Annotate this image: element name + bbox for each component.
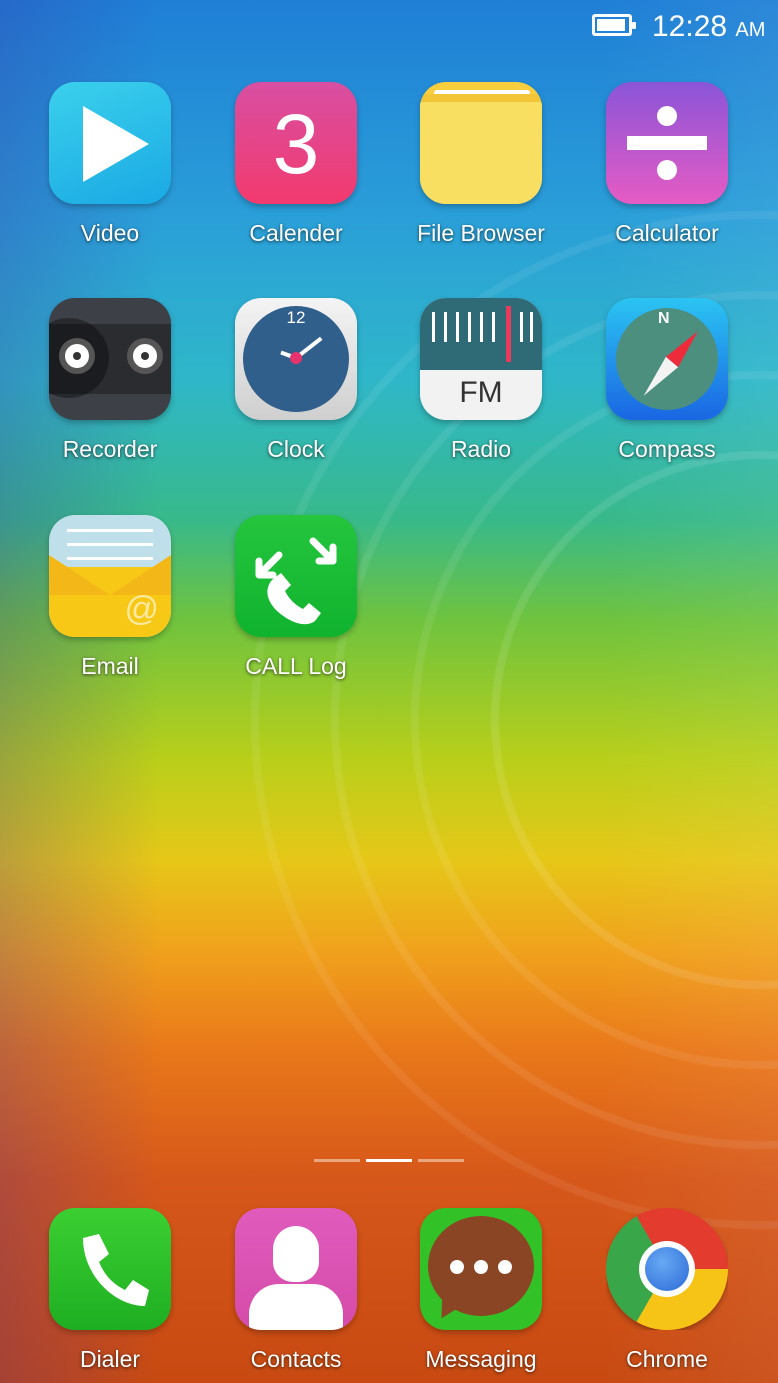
chrome-icon xyxy=(606,1208,728,1330)
app-clock[interactable]: 12 Clock xyxy=(216,298,376,463)
app-email[interactable]: @ Email xyxy=(30,515,190,680)
app-label: Compass xyxy=(618,436,716,462)
page-indicator xyxy=(314,1159,464,1163)
app-label: Calculator xyxy=(615,220,719,246)
radio-icon: FM xyxy=(420,298,542,420)
app-radio[interactable]: FM Radio xyxy=(401,298,561,463)
messaging-icon xyxy=(420,1208,542,1330)
app-calender[interactable]: 3 Calender xyxy=(216,82,376,247)
app-label: Messaging xyxy=(425,1346,537,1372)
app-recorder[interactable]: Recorder xyxy=(30,298,190,463)
battery-icon xyxy=(592,14,636,36)
phone-icon xyxy=(49,1208,171,1330)
app-label: Chrome xyxy=(626,1346,708,1372)
clock-icon: 12 xyxy=(235,298,357,420)
page-dot-active xyxy=(366,1159,412,1162)
app-calculator[interactable]: Calculator xyxy=(587,82,747,247)
call-log-icon xyxy=(235,515,357,637)
app-label: Video xyxy=(80,220,140,246)
email-icon: @ xyxy=(49,515,171,637)
app-label: Contacts xyxy=(250,1346,342,1372)
app-label: Radio xyxy=(450,436,512,462)
recorder-icon xyxy=(49,298,171,420)
app-label: CALL Log xyxy=(245,653,347,679)
page-dot xyxy=(314,1159,360,1162)
app-label: Email xyxy=(81,653,139,679)
app-label: File Browser xyxy=(417,220,545,246)
compass-icon: N xyxy=(606,298,728,420)
app-video[interactable]: Video xyxy=(30,82,190,247)
status-time: 12:28 AM xyxy=(652,10,766,43)
app-label: Clock xyxy=(267,436,325,462)
dock-chrome[interactable]: Chrome xyxy=(587,1208,747,1373)
folder-icon xyxy=(420,82,542,204)
app-label: Dialer xyxy=(79,1346,141,1372)
app-file-browser[interactable]: File Browser xyxy=(401,82,561,247)
app-label: Recorder xyxy=(62,436,158,462)
calculator-icon xyxy=(606,82,728,204)
app-compass[interactable]: N Compass xyxy=(587,298,747,463)
status-bar: 12:28 AM xyxy=(0,0,778,56)
video-icon xyxy=(49,82,171,204)
app-label: Calender xyxy=(249,220,343,246)
page-dot xyxy=(418,1159,464,1162)
dock-dialer[interactable]: Dialer xyxy=(30,1208,190,1373)
calendar-icon: 3 xyxy=(235,82,357,204)
app-call-log[interactable]: CALL Log xyxy=(216,515,376,680)
dock-contacts[interactable]: Contacts xyxy=(216,1208,376,1373)
contacts-icon xyxy=(235,1208,357,1330)
dock-messaging[interactable]: Messaging xyxy=(401,1208,561,1373)
